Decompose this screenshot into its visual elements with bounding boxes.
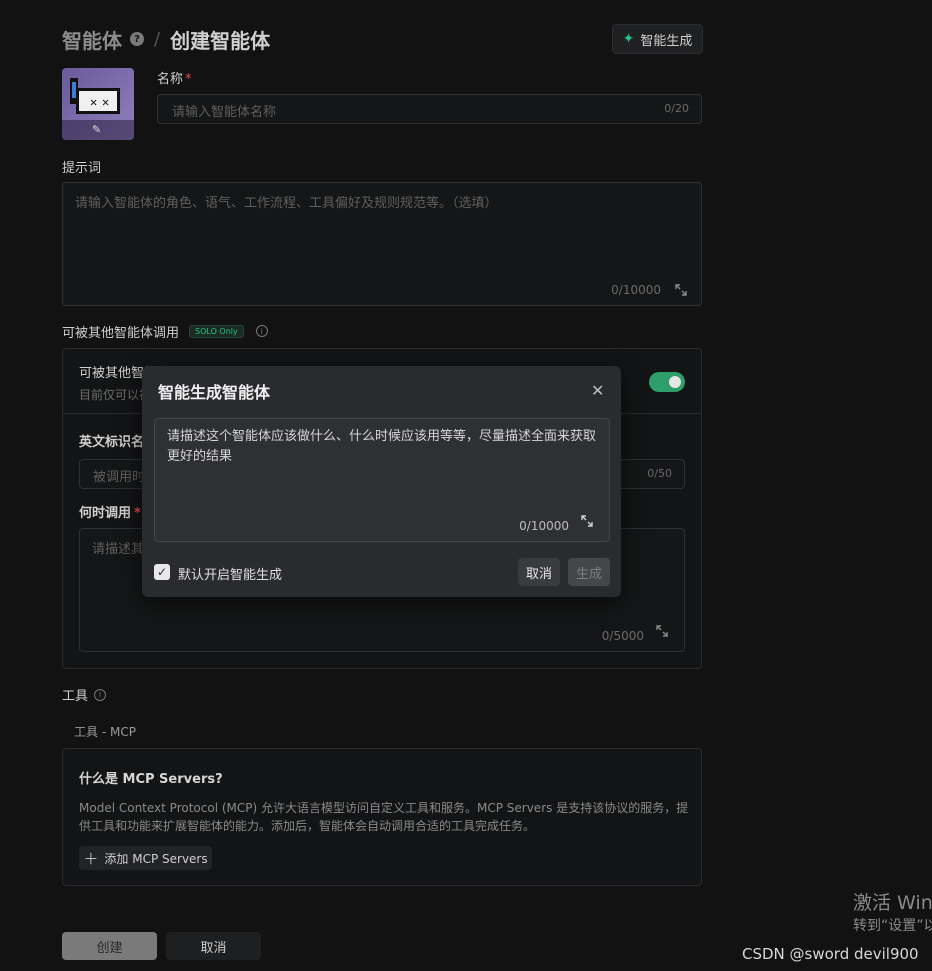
mcp-label: 工具 - MCP: [74, 725, 136, 739]
english-id-counter: 0/50: [647, 467, 672, 480]
when-label-text: 何时调用: [79, 506, 132, 521]
required-mark: *: [185, 72, 192, 87]
modal-textarea[interactable]: 请描述这个智能体应该做什么、什么时候应该用等等，尽量描述全面来获取更好的结果 0…: [154, 418, 610, 542]
english-id-label: 英文标识名: [79, 435, 145, 450]
when-required-mark: *: [134, 506, 141, 521]
modal-cancel-button[interactable]: 取消: [518, 558, 560, 586]
modal-generate-button[interactable]: 生成: [568, 558, 610, 586]
close-icon[interactable]: ✕: [591, 381, 604, 400]
ai-generate-button[interactable]: ✦ 智能生成: [612, 24, 703, 54]
breadcrumb-separator: /: [154, 28, 161, 50]
add-mcp-label: 添加 MCP Servers: [104, 851, 208, 866]
expand-icon[interactable]: [675, 284, 687, 296]
callable-row-desc: 目前仅可以被: [79, 388, 152, 402]
modal-placeholder: 请描述这个智能体应该做什么、什么时候应该用等等，尽量描述全面来获取更好的结果: [167, 429, 597, 464]
info-icon[interactable]: i: [255, 325, 268, 337]
solo-only-badge: SOLO Only: [189, 324, 244, 338]
tools-info-icon[interactable]: i: [94, 688, 107, 701]
svg-text:✕: ✕: [102, 95, 109, 109]
when-counter: 0/5000: [601, 629, 644, 643]
cancel-button[interactable]: 取消: [166, 932, 261, 960]
when-placeholder: 请描述其: [92, 542, 145, 557]
modal-counter: 0/10000: [519, 519, 569, 533]
activate-windows-line1: 激活 Win: [853, 892, 932, 914]
help-icon[interactable]: ?: [130, 32, 144, 46]
name-label: 名称 *: [157, 68, 192, 87]
csdn-watermark: CSDN @sword devil900: [742, 945, 919, 963]
checkbox-label: 默认开启智能生成: [178, 568, 283, 583]
tools-label: 工具: [62, 689, 89, 704]
prompt-counter: 0/10000: [611, 283, 661, 297]
when-expand-icon[interactable]: [656, 622, 668, 641]
default-enable-checkbox[interactable]: ✓: [154, 564, 170, 580]
mcp-description: Model Context Protocol (MCP) 允许大语言模型访问自定…: [79, 801, 689, 833]
modal-cancel-label: 取消: [525, 566, 552, 582]
create-label: 创建: [96, 940, 123, 956]
prompt-placeholder: 请输入智能体的角色、语气、工作流程、工具偏好及规则规范等。（选填）: [75, 196, 498, 211]
callable-section-header: 可被其他智能体调用 SOLO Only i: [62, 322, 268, 341]
callable-label: 可被其他智能体调用: [62, 325, 180, 341]
ai-generate-label: 智能生成: [640, 33, 693, 49]
activate-windows-line2: 转到“设置”以: [853, 918, 932, 934]
page-title: 创建智能体: [170, 28, 271, 53]
tools-header: 工具 i: [62, 685, 107, 704]
avatar[interactable]: ✕ ✕ ✎: [62, 68, 134, 140]
when-label: 何时调用 *: [79, 502, 141, 521]
plus-icon: ＋: [83, 849, 99, 868]
toggle-knob: [669, 376, 681, 388]
name-label-text: 名称: [157, 72, 184, 87]
breadcrumb: 智能体 ? / 创建智能体: [62, 25, 271, 54]
prompt-label: 提示词: [62, 161, 102, 176]
breadcrumb-root-link[interactable]: 智能体: [62, 25, 122, 54]
modal-expand-icon[interactable]: [581, 512, 593, 531]
modal-generate-label: 生成: [575, 566, 602, 582]
mcp-info-box: 什么是 MCP Servers? Model Context Protocol …: [62, 748, 702, 886]
name-placeholder: 请输入智能体名称: [172, 105, 277, 120]
modal-title: 智能生成智能体: [158, 383, 271, 402]
check-icon: ✓: [156, 565, 168, 579]
create-button[interactable]: 创建: [62, 932, 157, 960]
cancel-label: 取消: [200, 940, 227, 956]
sparkle-icon: ✦: [622, 31, 635, 47]
mcp-title: 什么是 MCP Servers?: [79, 772, 223, 787]
svg-text:✕: ✕: [90, 95, 97, 109]
ai-generate-modal: 智能生成智能体 ✕ 请描述这个智能体应该做什么、什么时候应该用等等，尽量描述全面…: [142, 366, 621, 597]
name-input[interactable]: 请输入智能体名称 0/20: [157, 94, 702, 124]
name-counter: 0/20: [664, 102, 689, 115]
add-mcp-button[interactable]: ＋ 添加 MCP Servers: [79, 846, 212, 870]
prompt-textarea[interactable]: 请输入智能体的角色、语气、工作流程、工具偏好及规则规范等。（选填） 0/1000…: [62, 182, 702, 306]
edit-icon[interactable]: ✎: [92, 123, 101, 136]
callable-toggle[interactable]: [649, 372, 685, 392]
english-id-placeholder: 被调用时: [93, 470, 146, 485]
